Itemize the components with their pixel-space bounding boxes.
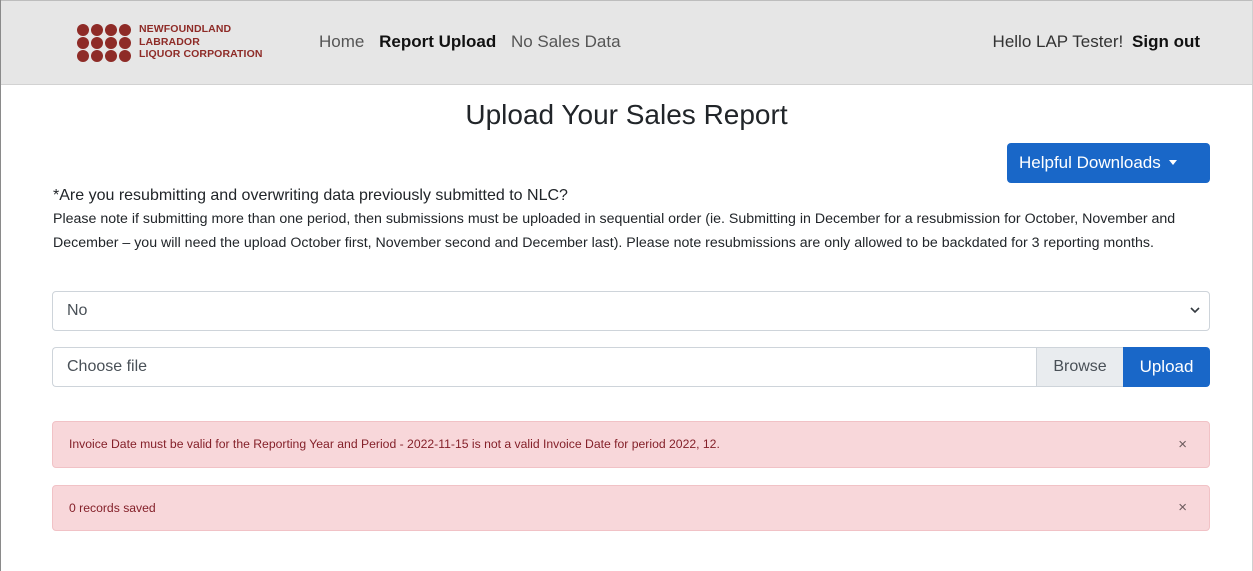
chevron-down-icon xyxy=(1190,307,1200,314)
user-greeting: Hello LAP Tester! xyxy=(992,32,1124,51)
logo-line-1: NEWFOUNDLAND xyxy=(139,23,232,35)
alert-message: Invoice Date must be valid for the Repor… xyxy=(69,437,720,451)
caret-down-icon xyxy=(1168,160,1177,165)
error-alert-invoice-date: Invoice Date must be valid for the Repor… xyxy=(52,421,1210,468)
brand-logo[interactable]: NEWFOUNDLAND LABRADOR LIQUOR CORPORATION xyxy=(77,22,277,64)
window-frame-left xyxy=(0,0,1,571)
upload-button[interactable]: Upload xyxy=(1123,347,1210,387)
resubmit-note: Please note if submitting more than one … xyxy=(53,211,1176,251)
resubmit-question: *Are you resubmitting and overwriting da… xyxy=(53,187,568,204)
logo-dots-icon xyxy=(77,24,131,62)
file-upload-group: Choose file Browse Upload xyxy=(52,347,1210,387)
nav-link-no-sales-data[interactable]: No Sales Data xyxy=(511,32,621,51)
nav-link-home[interactable]: Home xyxy=(319,32,364,51)
helpful-downloads-dropdown[interactable]: Helpful Downloads xyxy=(1007,143,1210,183)
user-area: Hello LAP Tester! Sign out xyxy=(993,32,1200,52)
nav-link-report-upload[interactable]: Report Upload xyxy=(379,32,496,51)
error-alert-records-saved: 0 records saved × xyxy=(52,485,1210,531)
resubmit-select-value: No xyxy=(67,302,88,319)
page-title: Upload Your Sales Report xyxy=(465,99,788,130)
alert-message: 0 records saved xyxy=(69,501,156,515)
nav-links: Home Report Upload No Sales Data xyxy=(319,32,631,52)
logo-line-3: LIQUOR CORPORATION xyxy=(139,48,263,60)
navbar: NEWFOUNDLAND LABRADOR LIQUOR CORPORATION… xyxy=(1,1,1252,85)
sign-out-link[interactable]: Sign out xyxy=(1132,32,1200,51)
resubmit-select[interactable]: No xyxy=(52,291,1210,331)
browse-button[interactable]: Browse xyxy=(1036,347,1123,387)
helpful-downloads-label: Helpful Downloads xyxy=(1019,153,1161,172)
file-input[interactable]: Choose file xyxy=(52,347,1123,387)
close-icon[interactable]: × xyxy=(1178,422,1187,467)
logo-line-2: LABRADOR xyxy=(139,35,200,48)
logo-text: NEWFOUNDLAND LABRADOR LIQUOR CORPORATION xyxy=(139,23,263,61)
file-input-placeholder: Choose file xyxy=(67,358,148,375)
close-icon[interactable]: × xyxy=(1178,486,1187,530)
